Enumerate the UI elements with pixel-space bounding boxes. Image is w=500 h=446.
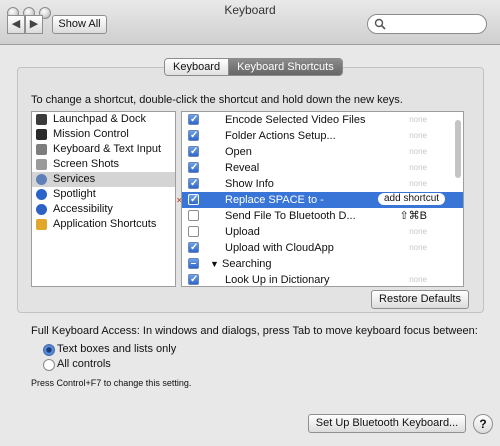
service-checkbox[interactable]: ✓ bbox=[188, 146, 199, 157]
service-group-row[interactable]: ▼ Searching bbox=[182, 256, 463, 272]
search-input[interactable] bbox=[367, 14, 487, 34]
scrollbar[interactable] bbox=[455, 120, 461, 178]
keyboard-access-hint: Press Control+F7 to change this setting. bbox=[31, 378, 192, 388]
shortcut-value[interactable]: none bbox=[409, 112, 427, 128]
service-name: Show Info bbox=[225, 178, 274, 190]
disclosure-triangle-icon[interactable]: ▼ bbox=[210, 256, 219, 272]
shortcut-value[interactable]: ⇧⌘B bbox=[399, 208, 427, 224]
add-shortcut-button[interactable]: add shortcut bbox=[378, 193, 446, 205]
shortcut-value[interactable]: none bbox=[409, 224, 427, 240]
shortcut-value[interactable]: none bbox=[409, 176, 427, 192]
shortcut-value[interactable]: none bbox=[409, 160, 427, 176]
restore-defaults-button[interactable]: Restore Defaults bbox=[371, 290, 469, 309]
service-name: Reveal bbox=[225, 162, 260, 174]
group-name: Searching bbox=[222, 258, 272, 270]
shortcut-value[interactable]: none bbox=[409, 272, 427, 286]
service-row[interactable]: ✓ Upload with CloudApp none bbox=[182, 240, 463, 256]
spotlight-icon bbox=[36, 189, 47, 200]
help-button[interactable]: ? bbox=[473, 414, 493, 434]
category-label: Services bbox=[53, 173, 96, 185]
category-label: Screen Shots bbox=[53, 158, 120, 170]
radio-text-boxes[interactable] bbox=[43, 344, 55, 356]
category-item-mission-control[interactable]: Mission Control bbox=[32, 127, 175, 142]
app-shortcuts-icon bbox=[36, 219, 47, 230]
setup-bluetooth-keyboard-button[interactable]: Set Up Bluetooth Keyboard... bbox=[308, 414, 466, 433]
service-row[interactable]: ✓ Open none bbox=[182, 144, 463, 160]
service-name: Encode Selected Video Files bbox=[225, 114, 366, 126]
category-label: Launchpad & Dock bbox=[53, 113, 146, 125]
category-item-services[interactable]: Services bbox=[32, 172, 175, 187]
group-minus-checkbox[interactable] bbox=[188, 258, 199, 269]
category-label: Keyboard & Text Input bbox=[53, 143, 162, 155]
setup-bluetooth-label: Set Up Bluetooth Keyboard... bbox=[315, 417, 459, 429]
service-checkbox[interactable] bbox=[188, 226, 199, 237]
search-icon bbox=[374, 18, 386, 30]
screenshot-icon bbox=[36, 159, 47, 170]
services-list: ✓ Encode Selected Video Files none ✓ Folder… bbox=[181, 111, 464, 287]
launchpad-icon bbox=[36, 114, 47, 125]
category-list: Launchpad & Dock Mission Control Keyboar… bbox=[31, 111, 176, 287]
category-item-accessibility[interactable]: Accessibility bbox=[32, 202, 175, 217]
shortcut-value[interactable]: none bbox=[409, 240, 427, 256]
accessibility-icon bbox=[36, 204, 47, 215]
service-checkbox[interactable]: ✓ bbox=[188, 114, 199, 125]
category-item-application-shortcuts[interactable]: Application Shortcuts bbox=[32, 217, 175, 232]
category-label: Application Shortcuts bbox=[53, 218, 157, 230]
service-name: Look Up in Dictionary bbox=[225, 274, 330, 286]
help-icon: ? bbox=[479, 417, 487, 431]
instructions-text: To change a shortcut, double-click the s… bbox=[31, 94, 403, 106]
radio-all-controls[interactable] bbox=[43, 359, 55, 371]
tab-keyboard-shortcuts[interactable]: Keyboard Shortcuts bbox=[229, 59, 342, 75]
tab-keyboard[interactable]: Keyboard bbox=[165, 59, 230, 75]
mission-control-icon bbox=[36, 129, 47, 140]
service-name: Upload with CloudApp bbox=[225, 242, 334, 254]
forward-arrow-icon: ▶ bbox=[29, 18, 39, 30]
service-row[interactable]: ✓ Look Up in Dictionary none bbox=[182, 272, 463, 286]
category-label: Accessibility bbox=[53, 203, 113, 215]
keyboard-access-label: Full Keyboard Access: In windows and dia… bbox=[31, 325, 478, 337]
service-checkbox[interactable]: ✓ bbox=[188, 194, 199, 205]
category-label: Spotlight bbox=[53, 188, 96, 200]
service-row[interactable]: ✓ Folder Actions Setup... none bbox=[182, 128, 463, 144]
service-checkbox[interactable]: ✓ bbox=[188, 242, 199, 253]
service-row[interactable]: ✓ Reveal none bbox=[182, 160, 463, 176]
keyboard-icon bbox=[36, 144, 47, 155]
radio-text-boxes-label[interactable]: Text boxes and lists only bbox=[57, 343, 176, 355]
service-checkbox[interactable]: ✓ bbox=[188, 178, 199, 189]
service-name: Open bbox=[225, 146, 252, 158]
back-arrow-icon: ◀ bbox=[11, 18, 21, 30]
service-name: Upload bbox=[225, 226, 260, 238]
show-all-button[interactable]: Show All bbox=[52, 15, 107, 34]
service-checkbox[interactable] bbox=[188, 210, 199, 221]
forward-button[interactable]: ▶ bbox=[25, 15, 43, 34]
restore-defaults-label: Restore Defaults bbox=[379, 293, 461, 305]
radio-all-controls-label[interactable]: All controls bbox=[57, 358, 111, 370]
category-label: Mission Control bbox=[53, 128, 129, 140]
title-bar: Keyboard ◀ ▶ Show All bbox=[0, 0, 500, 45]
category-item-keyboard-text-input[interactable]: Keyboard & Text Input bbox=[32, 142, 175, 157]
service-row[interactable]: Upload none bbox=[182, 224, 463, 240]
show-all-label: Show All bbox=[58, 18, 101, 30]
shortcut-value[interactable]: none bbox=[409, 128, 427, 144]
service-row-selected[interactable]: ✓ Replace SPACE to - add shortcut bbox=[182, 192, 463, 208]
tab-bar: Keyboard Keyboard Shortcuts bbox=[164, 58, 343, 76]
service-row[interactable]: ✓ Encode Selected Video Files none bbox=[182, 112, 463, 128]
category-item-launchpad[interactable]: Launchpad & Dock bbox=[32, 112, 175, 127]
category-item-spotlight[interactable]: Spotlight bbox=[32, 187, 175, 202]
shortcut-value[interactable]: none bbox=[409, 144, 427, 160]
service-checkbox[interactable]: ✓ bbox=[188, 274, 199, 285]
service-name: Send File To Bluetooth D... bbox=[225, 210, 356, 222]
service-name: Folder Actions Setup... bbox=[225, 130, 336, 142]
gear-icon bbox=[36, 174, 47, 185]
category-item-screen-shots[interactable]: Screen Shots bbox=[32, 157, 175, 172]
service-checkbox[interactable]: ✓ bbox=[188, 130, 199, 141]
service-checkbox[interactable]: ✓ bbox=[188, 162, 199, 173]
service-name: Replace SPACE to - bbox=[225, 194, 324, 206]
service-row[interactable]: Send File To Bluetooth D... ⇧⌘B bbox=[182, 208, 463, 224]
service-row[interactable]: ✓ Show Info none bbox=[182, 176, 463, 192]
back-button[interactable]: ◀ bbox=[7, 15, 25, 34]
